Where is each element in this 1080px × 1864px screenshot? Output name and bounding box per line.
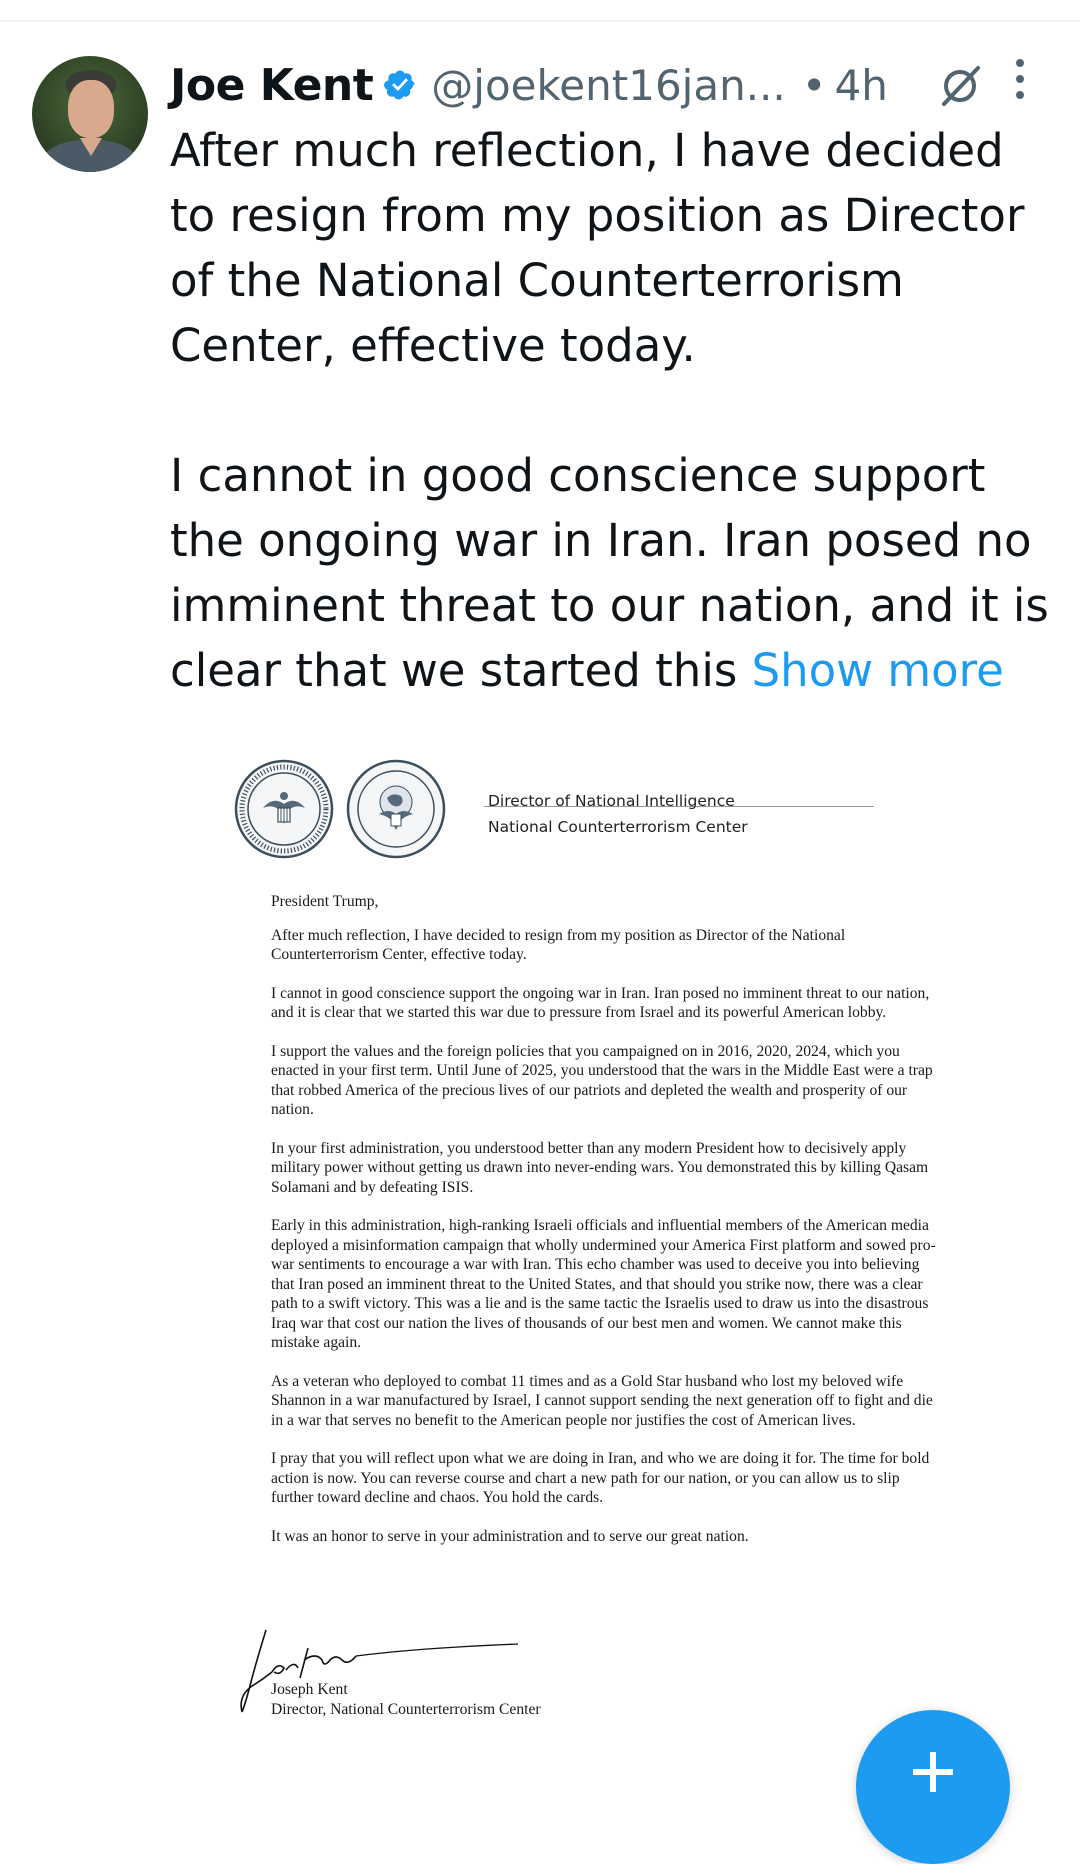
dni-seal-icon bbox=[234, 759, 334, 859]
letter-paragraph: In your first administration, you unders… bbox=[271, 1139, 929, 1196]
letter-paragraph: As a veteran who deployed to combat 11 t… bbox=[271, 1372, 933, 1429]
plus-icon bbox=[913, 1752, 953, 1792]
avatar-face bbox=[68, 80, 114, 138]
letterhead: Director of National Intelligence Nation… bbox=[488, 788, 748, 840]
post-header: Joe Kent @joekent16jan... • 4h bbox=[170, 56, 888, 114]
signer-title: Director, National Counterterrorism Cent… bbox=[271, 1700, 541, 1718]
author-handle[interactable]: @joekent16jan... bbox=[431, 61, 785, 110]
grok-icon[interactable] bbox=[938, 62, 984, 108]
show-more-link[interactable]: Show more bbox=[752, 644, 1004, 697]
compose-fab-button[interactable] bbox=[856, 1710, 1010, 1864]
more-options-icon[interactable] bbox=[1010, 56, 1030, 102]
letter-paragraph: Early in this administration, high-ranki… bbox=[271, 1217, 936, 1351]
author-display-name[interactable]: Joe Kent bbox=[170, 60, 374, 111]
signer-name: Joseph Kent bbox=[271, 1681, 348, 1698]
letterhead-line-1: Director of National Intelligence bbox=[488, 792, 735, 810]
attached-letter-image[interactable]: Director of National Intelligence Nation… bbox=[218, 730, 978, 1730]
letter-paragraph: It was an honor to serve in your adminis… bbox=[271, 1527, 749, 1545]
post-text: After much reflection, I have decided to… bbox=[170, 118, 1060, 703]
signer-block: Joseph Kent Director, National Counterte… bbox=[271, 1680, 541, 1719]
letterhead-line-2: National Counterterrorism Center bbox=[488, 818, 748, 836]
letter-body: President Trump, After much reflection, … bbox=[271, 892, 941, 1565]
letter-paragraph: After much reflection, I have decided to… bbox=[271, 926, 846, 964]
letter-paragraph: I cannot in good conscience support the … bbox=[271, 984, 930, 1022]
letter-paragraph: I pray that you will reflect upon what w… bbox=[271, 1450, 930, 1506]
letter-salutation: President Trump, bbox=[271, 893, 379, 910]
avatar[interactable] bbox=[32, 56, 148, 172]
top-divider bbox=[0, 20, 1080, 22]
verified-badge-icon bbox=[384, 70, 415, 100]
meta-separator: • bbox=[801, 60, 827, 110]
post-timestamp[interactable]: 4h bbox=[835, 61, 888, 110]
nctc-seal-icon bbox=[346, 759, 446, 859]
post-text-body: After much reflection, I have decided to… bbox=[170, 124, 1049, 697]
letter-paragraph: I support the values and the foreign pol… bbox=[271, 1042, 933, 1119]
